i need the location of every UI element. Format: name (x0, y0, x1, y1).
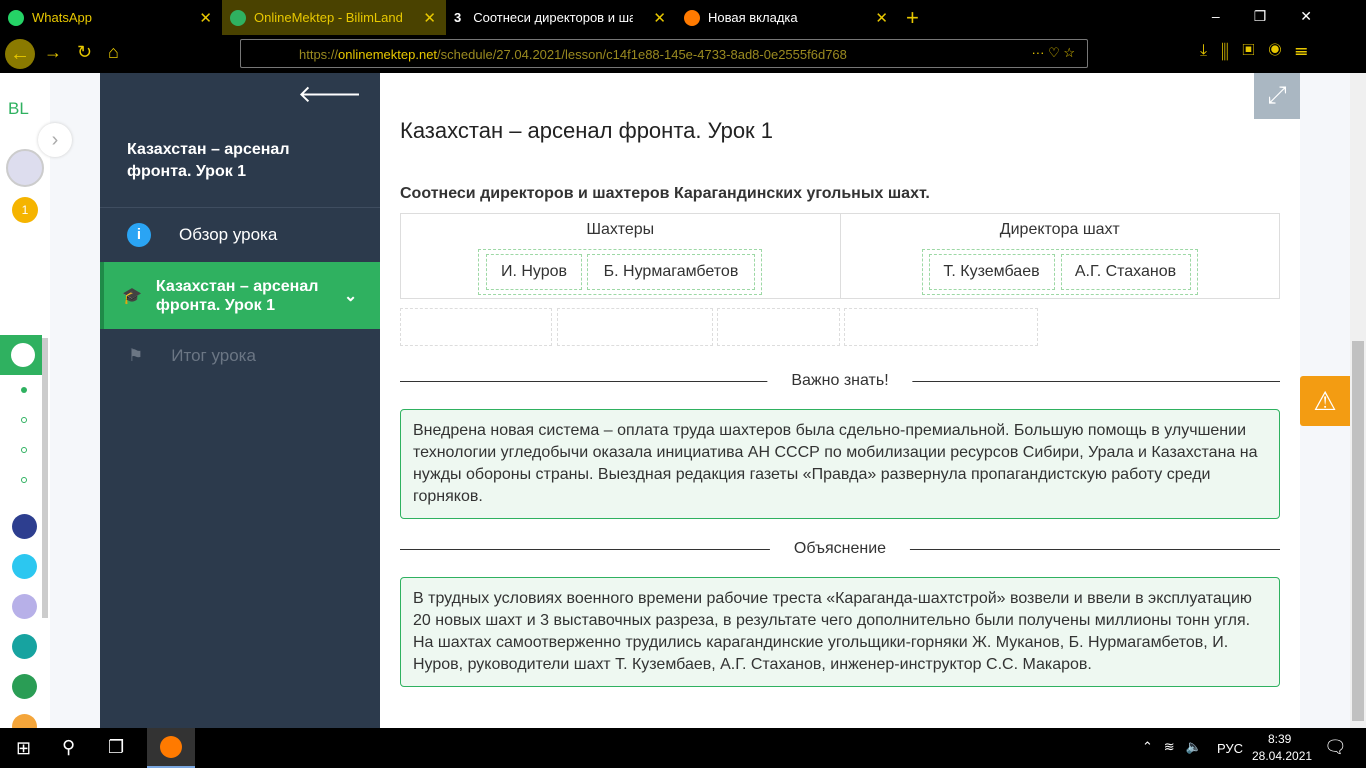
tab-bar: WhatsApp ✕ OnlineMektep - BilimLand ✕ 3 Соо… (0, 0, 1366, 35)
url-prefix: https:// (299, 47, 339, 62)
warning-icon[interactable]: ⚠ (1300, 376, 1350, 426)
lesson-sidebar: 🡐 Казахстан – арсенал фронта. Урок 1 i Об… (100, 73, 380, 728)
new-tab-button[interactable]: + (898, 0, 927, 35)
draggable-card[interactable]: И. Нуров (486, 254, 582, 290)
back-arrow-icon[interactable]: 🡐 (298, 79, 362, 109)
close-icon[interactable]: ✕ (423, 9, 436, 27)
window-controls[interactable]: –❐✕ (1212, 8, 1346, 25)
sidebar-item-label: Казахстан – арсенал фронта. Урок 1 (155, 277, 319, 314)
question-text: Соотнеси директоров и шахтеров Караганди… (400, 185, 930, 202)
tab-bilimland[interactable]: OnlineMektep - BilimLand ✕ (222, 0, 446, 35)
column-miners: Шахтеры И. Нуров Б. Нурмагамбетов (401, 214, 841, 298)
explanation-divider: Объяснение (400, 540, 1280, 558)
url-host: onlinemektep.net (338, 47, 438, 62)
forward-button[interactable]: → (44, 42, 62, 63)
tab-title: WhatsApp (32, 10, 92, 25)
match-table: Шахтеры И. Нуров Б. Нурмагамбетов Директ… (400, 213, 1280, 299)
notification-badge[interactable]: 1 (12, 197, 38, 223)
close-icon[interactable]: ✕ (875, 9, 888, 27)
scrollbar[interactable] (42, 338, 48, 618)
draggable-card[interactable]: Б. Нурмагамбетов (587, 254, 755, 290)
fullscreen-icon[interactable]: ⤢ (1254, 73, 1300, 119)
tray-icons[interactable]: ⌃ ≋ 🔈 (1142, 739, 1202, 755)
nav-dot[interactable] (21, 417, 27, 423)
back-button[interactable]: ← (5, 39, 35, 69)
task-view-icon[interactable]: ❐ (108, 737, 124, 758)
chevron-down-icon[interactable]: ⌄ (344, 286, 357, 306)
bilimland-icon (230, 9, 246, 26)
bl-logo: BL (8, 99, 29, 118)
nav-dot[interactable] (21, 477, 27, 483)
home-button[interactable]: ⌂ (108, 42, 119, 63)
important-box: Внедрена новая система – оплата труда ша… (400, 409, 1280, 519)
url-bar[interactable]: https://onlinemektep.net/schedule/27.04.… (240, 39, 1088, 68)
page-actions[interactable]: ··· ♡ ☆ (1031, 45, 1075, 61)
page-scrollbar[interactable] (1350, 73, 1366, 728)
notifications-icon[interactable]: 🗨 (1324, 737, 1347, 758)
expand-chevron-icon[interactable]: › (38, 123, 72, 157)
tab-current[interactable]: 3 Соотнеси директоров и шахте ✕ (446, 0, 676, 35)
search-icon[interactable]: ⚲ (62, 737, 75, 758)
app-leftbar: BL 1 › (0, 73, 72, 739)
close-icon[interactable]: ✕ (199, 9, 212, 27)
language-indicator[interactable]: РУС (1217, 741, 1243, 756)
whatsapp-icon (8, 9, 24, 26)
tab-whatsapp[interactable]: WhatsApp ✕ (0, 0, 222, 35)
avatar[interactable] (6, 149, 44, 187)
news-icon[interactable] (12, 594, 37, 619)
drop-slot[interactable] (717, 308, 840, 346)
sidebar-item-label: Обзор урока (179, 225, 278, 244)
explanation-box: В трудных условиях военного времени рабо… (400, 577, 1280, 687)
drop-slot[interactable] (557, 308, 713, 346)
important-label: Важно знать! (767, 372, 913, 390)
sidebar-item-lesson[interactable]: 🎓 Казахстан – арсенал фронта. Урок 1 ⌄ (100, 262, 380, 329)
nav-dot[interactable] (21, 387, 27, 393)
column-header: Директора шахт (999, 221, 1120, 238)
sidebar-item-summary[interactable]: ⚑ Итог урока (100, 331, 380, 381)
taskbar: ⊞ ⚲ ❐ ⌃ ≋ 🔈 РУС 8:39 28.04.2021 🗨 (0, 728, 1366, 768)
flag-icon: ⚑ (128, 346, 144, 365)
online-mektep-item[interactable] (0, 335, 42, 375)
url-path: /schedule/27.04.2021/lesson/c14f1e88-145… (437, 47, 847, 62)
bilimland-icon[interactable] (12, 674, 37, 699)
explanation-label: Объяснение (769, 540, 911, 558)
firefox-taskbar-icon[interactable] (147, 728, 195, 768)
firefox-icon (684, 9, 700, 26)
help-icon[interactable] (12, 554, 37, 579)
drop-slot[interactable] (844, 308, 1038, 346)
graduation-cap-icon: 🎓 (122, 287, 142, 305)
tab-new[interactable]: Новая вкладка ✕ (676, 0, 898, 35)
important-divider: Важно знать! (400, 372, 1280, 390)
column-directors: Директора шахт Т. Кузембаев А.Г. Стахано… (841, 214, 1280, 298)
draggable-card[interactable]: Т. Кузембаев (928, 254, 1055, 290)
drop-slot[interactable] (400, 308, 552, 346)
reload-button[interactable]: ↻ (77, 42, 92, 63)
tab-title: OnlineMektep - BilimLand (254, 10, 403, 25)
lesson-content: Казахстан – арсенал фронта. Урок 1 Соотн… (380, 73, 1300, 728)
bilim-online-icon[interactable] (12, 634, 37, 659)
tab-title: Новая вкладка (708, 10, 798, 25)
tab-badge: 3 (454, 10, 462, 25)
sidebar-item-label: Итог урока (171, 346, 256, 365)
clock-time[interactable]: 8:39 (1268, 732, 1291, 746)
page-title: Казахстан – арсенал фронта. Урок 1 (400, 118, 774, 143)
tab-title: Соотнеси директоров и шахте (473, 10, 634, 25)
nav-bar: ← → ↻ ⌂ https://onlinemektep.net/schedul… (0, 35, 1366, 73)
close-icon[interactable]: ✕ (653, 9, 666, 27)
info-icon: i (127, 223, 151, 247)
column-header: Шахтеры (586, 221, 655, 238)
sidebar-title: Казахстан – арсенал фронта. Урок 1 (127, 141, 290, 180)
draggable-card[interactable]: А.Г. Стаханов (1060, 254, 1191, 290)
windows-start-icon[interactable]: ⊞ (16, 738, 31, 759)
clock-date[interactable]: 28.04.2021 (1252, 749, 1312, 763)
toolbar-icons[interactable]: ⤓⫼▣◉☰ (1200, 42, 1321, 60)
nav-dot[interactable] (21, 447, 27, 453)
smart-nation-icon[interactable] (12, 514, 37, 539)
sidebar-item-overview[interactable]: i Обзор урока (100, 209, 380, 261)
